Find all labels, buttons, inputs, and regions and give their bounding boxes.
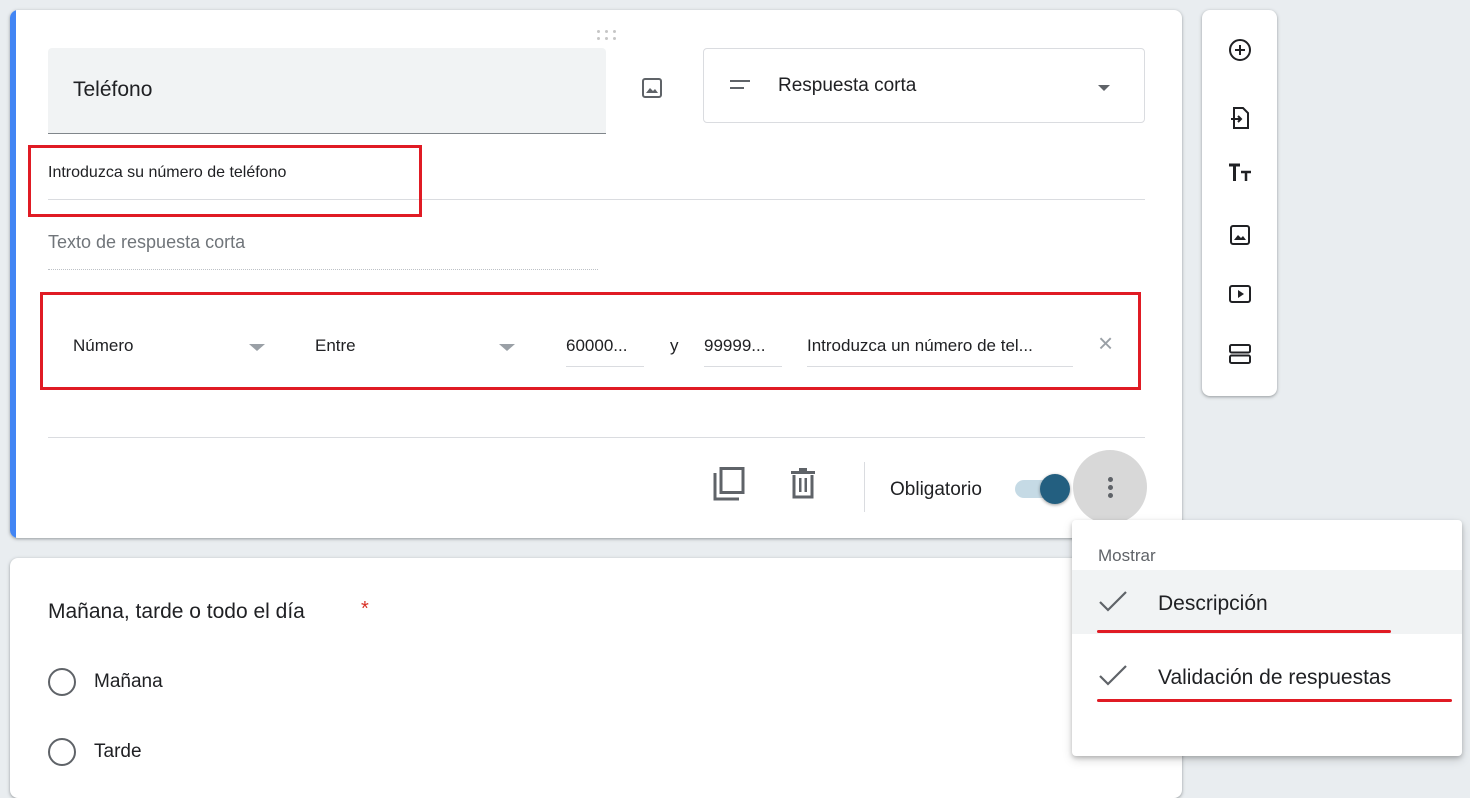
duplicate-icon[interactable] <box>713 467 745 501</box>
more-options-menu: Mostrar Descripción Validación de respue… <box>1072 520 1462 756</box>
add-image-icon[interactable] <box>1228 223 1252 247</box>
menu-header: Mostrar <box>1098 546 1156 565</box>
option-label: Mañana <box>94 671 163 692</box>
menu-item-description[interactable]: Descripción <box>1072 570 1462 634</box>
import-questions-icon[interactable] <box>1228 106 1252 130</box>
short-answer-icon <box>730 80 750 94</box>
question-type-label: Respuesta corta <box>778 75 917 96</box>
required-asterisk: * <box>361 598 369 620</box>
validation-underline-annotation <box>1097 699 1452 702</box>
required-toggle-knob[interactable] <box>1040 474 1070 504</box>
answer-preview-field: Texto de respuesta corta <box>48 232 598 270</box>
chevron-down-icon <box>1098 85 1110 91</box>
more-options-button[interactable] <box>1073 450 1147 524</box>
active-card-indicator <box>10 10 16 538</box>
question-title: Mañana, tarde o todo el día <box>48 600 305 623</box>
drag-handle-icon[interactable] <box>593 28 621 42</box>
validation-highlight-box <box>40 292 1141 390</box>
question-card[interactable]: Mañana, tarde o todo el día * Mañana Tar… <box>10 558 1182 798</box>
add-question-icon[interactable] <box>1228 38 1252 62</box>
answer-placeholder-text: Texto de respuesta corta <box>48 232 246 252</box>
question-card[interactable]: Teléfono Respuesta corta Introduzca su n… <box>10 10 1182 538</box>
menu-item-label: Validación de respuestas <box>1158 666 1392 689</box>
option-label: Tarde <box>94 741 142 762</box>
menu-item-label: Descripción <box>1158 592 1268 615</box>
description-underline-annotation <box>1097 630 1391 633</box>
add-video-icon[interactable] <box>1228 282 1252 306</box>
radio-button[interactable] <box>48 668 76 696</box>
add-title-icon[interactable] <box>1228 161 1252 185</box>
check-icon <box>1099 665 1127 686</box>
toolbar-separator <box>864 462 865 512</box>
radio-button[interactable] <box>48 738 76 766</box>
question-title-input[interactable]: Teléfono <box>48 48 606 134</box>
add-section-icon[interactable] <box>1228 342 1252 366</box>
required-label: Obligatorio <box>890 479 982 500</box>
check-icon <box>1099 591 1127 612</box>
divider <box>48 437 1145 438</box>
side-toolbar <box>1202 10 1277 396</box>
description-highlight-box <box>28 145 422 217</box>
add-image-icon[interactable] <box>640 76 664 100</box>
question-title-text: Teléfono <box>73 78 153 101</box>
question-type-dropdown[interactable]: Respuesta corta <box>703 48 1145 123</box>
delete-icon[interactable] <box>790 467 816 499</box>
